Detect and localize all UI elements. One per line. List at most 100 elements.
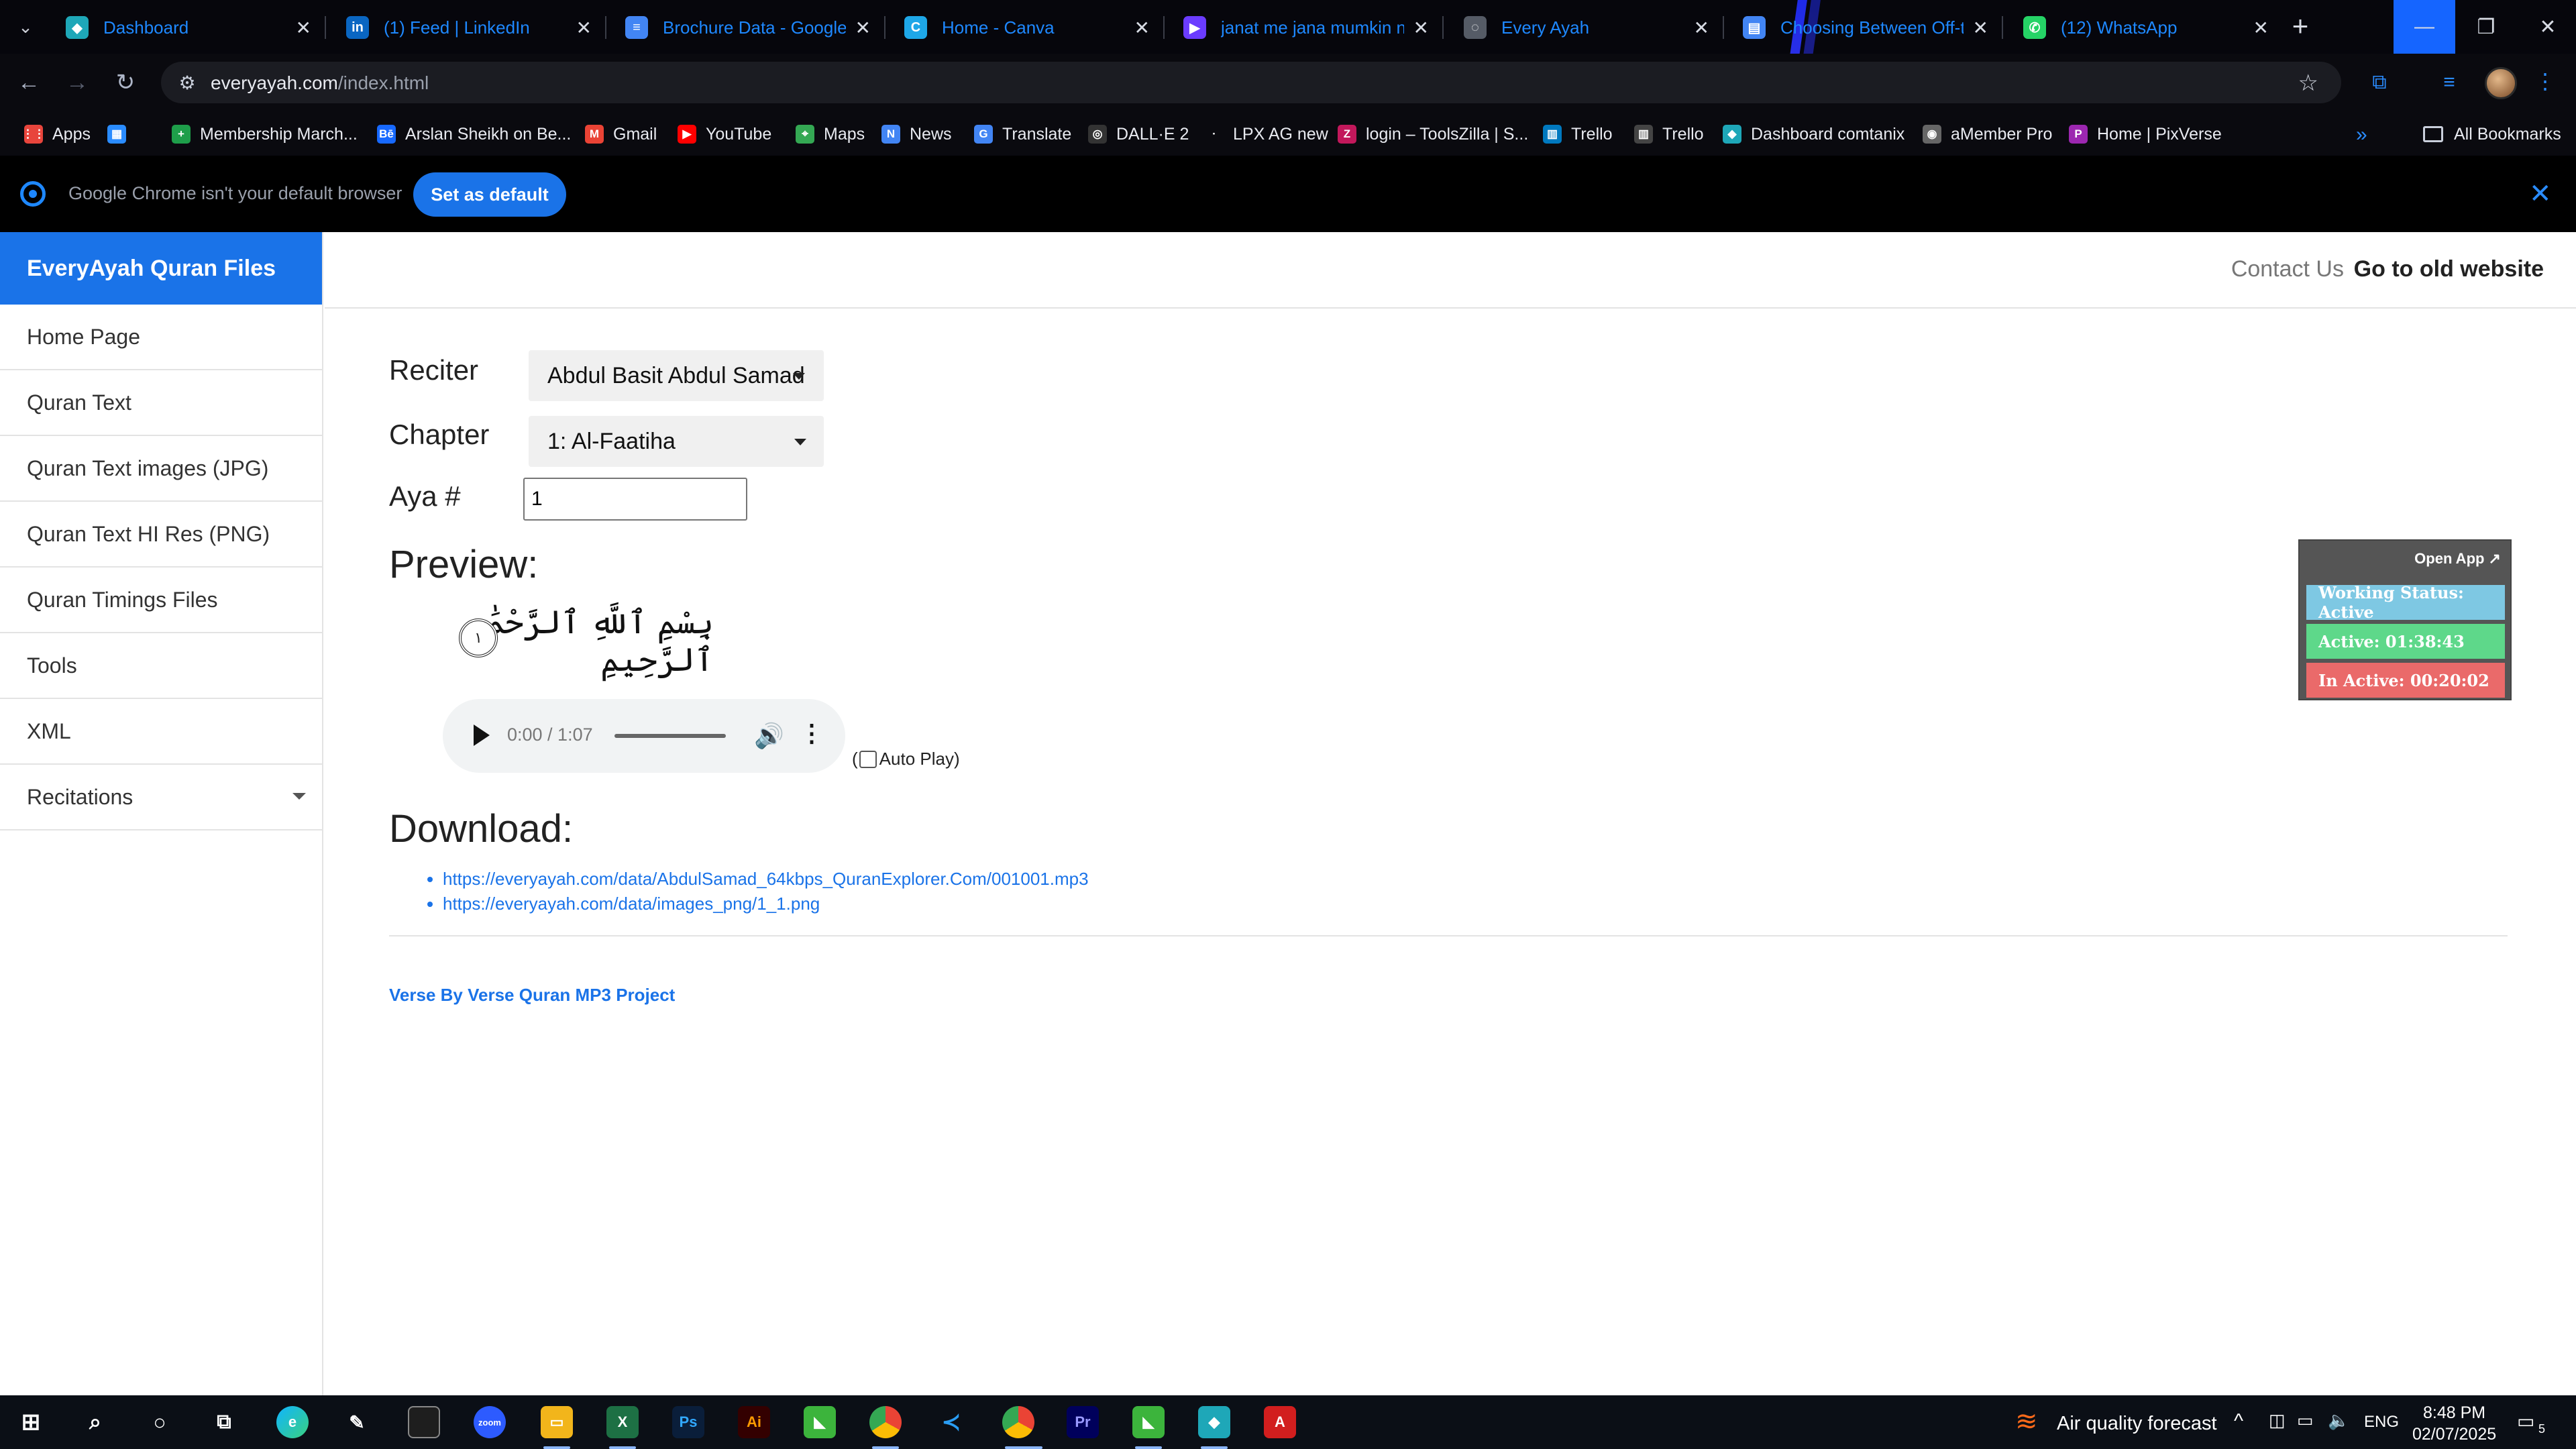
bookmark-item[interactable]: Bē Arslan Sheikh on Be... <box>377 121 571 148</box>
chapter-select[interactable]: 1: Al-Faatiha <box>529 416 824 467</box>
address-bar[interactable]: ⚙ everyayah.com/index.html ☆ <box>161 62 2341 103</box>
chrome-active-icon[interactable] <box>991 1395 1045 1449</box>
pen-tool-icon[interactable]: ✎ <box>341 1406 373 1438</box>
reload-button[interactable]: ↻ <box>110 67 141 98</box>
notifications-icon[interactable]: ▭ <box>2517 1410 2534 1432</box>
bookmark-item[interactable]: ▦ <box>107 121 136 148</box>
download-link-mp3[interactable]: https://everyayah.com/data/AbdulSamad_64… <box>443 867 1089 892</box>
browser-tab[interactable]: in (1) Feed | LinkedIn ✕ <box>331 4 606 51</box>
sidebar-item-quran-timings-files[interactable]: Quran Timings Files <box>0 568 322 633</box>
edge-icon[interactable]: e <box>276 1406 309 1438</box>
tab-close-icon[interactable]: ✕ <box>2253 17 2269 39</box>
sidebar-item-quran-text[interactable]: Quran Text <box>0 370 322 436</box>
premiere-icon[interactable]: Pr <box>1067 1406 1099 1438</box>
url-text[interactable]: everyayah.com/index.html <box>211 72 429 94</box>
old-website-link[interactable]: Go to old website <box>2354 256 2544 282</box>
browser-tab[interactable]: ▶ janat me jana mumkin nahi ✕ <box>1169 4 1444 51</box>
zoom-icon[interactable]: zoom <box>474 1406 506 1438</box>
sidebar-item-recitations[interactable]: Recitations <box>0 765 322 830</box>
comtanix-icon[interactable]: ◆ <box>1198 1406 1230 1438</box>
bookmark-item[interactable]: ◎ DALL·E 2 <box>1088 121 1189 148</box>
bookmark-item[interactable]: G Translate <box>974 121 1071 148</box>
bookmark-item[interactable]: ◉ aMember Pro <box>1923 121 2052 148</box>
language-indicator[interactable]: ENG <box>2364 1413 2399 1432</box>
extensions-icon[interactable]: ⧉ <box>2365 68 2394 97</box>
bookmark-item[interactable]: ⋮⋮ Apps <box>22 121 91 148</box>
play-icon[interactable] <box>474 724 490 746</box>
acrobat-icon[interactable]: A <box>1264 1406 1296 1438</box>
chrome-menu-icon[interactable]: ⋮ <box>2534 68 2556 94</box>
media-controls-icon[interactable]: ≡ <box>2435 68 2463 97</box>
forward-button[interactable]: → <box>62 67 93 98</box>
bookmark-item[interactable]: N News <box>881 121 952 148</box>
tab-close-icon[interactable]: ✕ <box>576 17 592 39</box>
site-brand[interactable]: EveryAyah Quran Files <box>0 232 322 305</box>
sidebar-item-xml[interactable]: XML <box>0 699 322 765</box>
volume-icon[interactable]: 🔊 <box>754 722 784 750</box>
contact-us-link[interactable]: Contact Us <box>2231 256 2344 282</box>
system-clock[interactable]: 8:48 PM 02/07/2025 <box>2412 1402 2496 1445</box>
terminal-icon[interactable] <box>408 1406 440 1438</box>
tab-close-icon[interactable]: ✕ <box>1973 17 1988 39</box>
new-tab-button[interactable]: + <box>2284 9 2317 43</box>
sidebar-item-quran-text-images-jpg[interactable]: Quran Text images (JPG) <box>0 436 322 502</box>
browser-tab[interactable]: ▤ Choosing Between Off-the-Shelf ✕ <box>1728 4 2003 51</box>
download-link-png[interactable]: https://everyayah.com/data/images_png/1_… <box>443 892 1089 916</box>
windows-start-icon[interactable]: ⊞ <box>15 1406 47 1438</box>
tab-search-menu-icon[interactable]: ⌄ <box>9 12 42 42</box>
sidebar-item-tools[interactable]: Tools <box>0 633 322 699</box>
minimize-button[interactable]: — <box>2394 0 2455 54</box>
audio-more-icon[interactable]: ⋮ <box>800 719 824 747</box>
infobar-close-icon[interactable]: ✕ <box>2529 178 2552 209</box>
cortana-icon[interactable]: ○ <box>144 1406 176 1438</box>
bookmark-item[interactable]: ▶ YouTube <box>678 121 771 148</box>
network-icon[interactable]: ▭ <box>2297 1410 2314 1431</box>
set-as-default-button[interactable]: Set as default <box>413 172 566 217</box>
more-bookmarks-icon[interactable]: » <box>2356 123 2367 146</box>
bookmark-item[interactable]: M Gmail <box>585 121 657 148</box>
volume-tray-icon[interactable]: 🔈 <box>2328 1410 2349 1431</box>
app-green-icon[interactable]: ◣ <box>804 1406 836 1438</box>
tab-close-icon[interactable]: ✕ <box>1694 17 1709 39</box>
browser-tab[interactable]: ≡ Brochure Data - Google Docs ✕ <box>610 4 885 51</box>
file-explorer-icon[interactable]: ▭ <box>541 1406 573 1438</box>
close-window-button[interactable]: ✕ <box>2517 0 2576 54</box>
bookmark-item[interactable]: P Home | PixVerse <box>2069 121 2222 148</box>
tray-chevron-icon[interactable]: ^ <box>2234 1410 2243 1433</box>
footer-project-link[interactable]: Verse By Verse Quran MP3 Project <box>389 985 675 1006</box>
tab-close-icon[interactable]: ✕ <box>855 17 871 39</box>
vscode-icon[interactable]: ≺ <box>935 1406 967 1438</box>
browser-tab[interactable]: ◆ Dashboard ✕ <box>51 4 326 51</box>
audio-seek-bar[interactable] <box>614 734 726 738</box>
browser-tab[interactable]: C Home - Canva ✕ <box>890 4 1165 51</box>
bookmark-item[interactable]: ▥ Trello <box>1634 121 1704 148</box>
weather-icon[interactable]: ≋ <box>2015 1406 2038 1437</box>
app-green-2-icon[interactable]: ◣ <box>1132 1406 1165 1438</box>
aya-number-input[interactable]: 1 <box>523 478 747 521</box>
task-view-icon[interactable]: ⧉ <box>208 1406 240 1438</box>
autoplay-checkbox[interactable] <box>859 750 877 768</box>
browser-tab[interactable]: ◌ Every Ayah ✕ <box>1449 4 1724 51</box>
tab-close-icon[interactable]: ✕ <box>1413 17 1429 39</box>
sidebar-item-home-page[interactable]: Home Page <box>0 305 322 370</box>
excel-icon[interactable]: X <box>606 1406 639 1438</box>
open-app-button[interactable]: Open App ↗ <box>2414 550 2501 568</box>
autoplay-option[interactable]: ( Auto Play) <box>852 749 960 769</box>
search-icon[interactable]: ⌕ <box>79 1406 111 1438</box>
browser-tab[interactable]: ✆ (12) WhatsApp ✕ <box>2008 4 2284 51</box>
chrome-icon[interactable] <box>869 1406 902 1438</box>
photoshop-icon[interactable]: Ps <box>672 1406 704 1438</box>
restore-button[interactable]: ❐ <box>2455 0 2517 54</box>
bookmark-item[interactable]: ▥ Trello <box>1543 121 1613 148</box>
bookmark-star-icon[interactable]: ☆ <box>2298 70 2318 97</box>
back-button[interactable]: ← <box>13 67 44 98</box>
tab-close-icon[interactable]: ✕ <box>1134 17 1150 39</box>
sidebar-item-quran-text-hi-res-png[interactable]: Quran Text HI Res (PNG) <box>0 502 322 568</box>
weather-text[interactable]: Air quality forecast <box>2057 1413 2217 1435</box>
site-info-icon[interactable]: ⚙ <box>176 71 199 94</box>
tab-close-icon[interactable]: ✕ <box>296 17 311 39</box>
bookmark-item[interactable]: + Membership March... <box>172 121 358 148</box>
bookmark-item[interactable]: ⌖ Maps <box>796 121 865 148</box>
tray-app-icon[interactable]: ◫ <box>2269 1410 2286 1431</box>
reciter-select[interactable]: Abdul Basit Abdul Samad <box>529 350 824 401</box>
